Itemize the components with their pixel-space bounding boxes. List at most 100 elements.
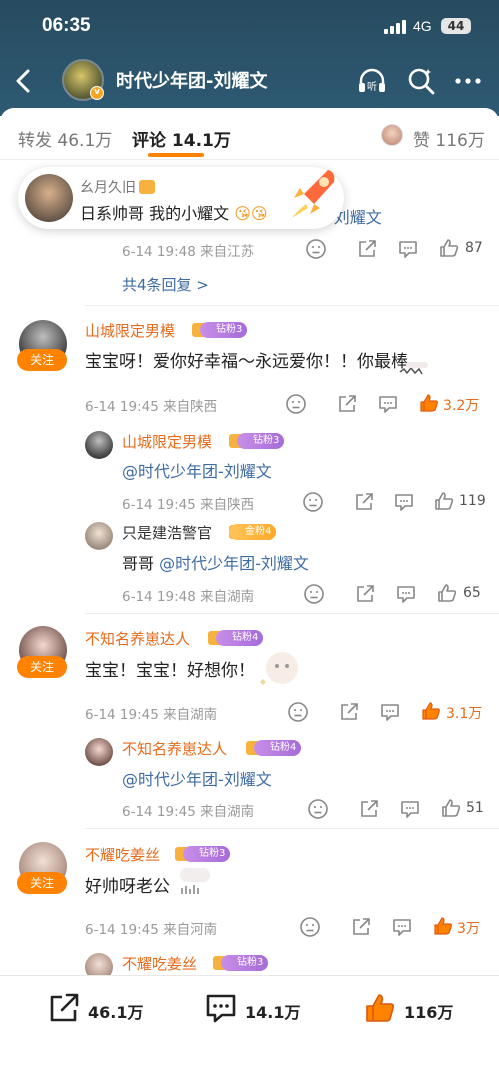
like-icon-active[interactable] — [432, 915, 454, 937]
like-count: 3万 — [457, 921, 480, 937]
comment-author[interactable]: 不耀吃姜丝 — [85, 844, 160, 865]
like-icon[interactable] — [440, 797, 462, 819]
reply-author[interactable]: 不知名养崽达人 — [122, 738, 227, 759]
dislike-icon[interactable] — [307, 798, 329, 820]
follow-button[interactable]: 关注 — [17, 656, 67, 678]
reply-author[interactable]: 山城限定男模 — [122, 431, 212, 452]
comment-meta: 6-14 19:45 来自湖南 — [85, 707, 218, 723]
reply-text: @时代少年团-刘耀文 — [122, 770, 272, 789]
share-icon[interactable] — [354, 583, 376, 605]
comment-icon[interactable] — [395, 583, 417, 605]
sticker-icon — [260, 652, 298, 685]
divider — [85, 828, 499, 829]
comment-author[interactable]: 不知名养崽达人 — [85, 628, 190, 649]
comment-author[interactable]: 山城限定男模 — [85, 320, 175, 341]
search-icon[interactable] — [405, 65, 437, 97]
repost-count: 46.1万 — [88, 1003, 144, 1022]
like-count: 3.1万 — [446, 706, 483, 722]
dislike-icon[interactable] — [305, 238, 327, 260]
top-bar: 06:35 4G 44 v 时代少年团-刘耀文 听 — [0, 0, 499, 116]
sticker-icon — [399, 362, 428, 375]
reply-meta: 6-14 19:45 来自湖南 — [122, 804, 255, 820]
share-icon[interactable] — [353, 491, 375, 513]
toast-author: 幺月久旧 — [80, 180, 136, 196]
follow-button[interactable]: 关注 — [17, 872, 67, 894]
tab-comments[interactable]: 评论 14.1万 — [132, 126, 231, 151]
like-icon[interactable] — [433, 490, 455, 512]
bottom-action-bar: 46.1万 14.1万 116万 — [0, 975, 499, 1080]
network-label: 4G — [413, 18, 432, 34]
toast-text: 日系帅哥 我的小耀文 😘😘 — [80, 204, 268, 223]
dislike-icon[interactable] — [302, 491, 324, 513]
reply-avatar[interactable] — [85, 522, 113, 550]
comment-count: 14.1万 — [245, 1003, 301, 1022]
like-active-icon — [366, 994, 395, 1022]
like-icon-active[interactable] — [418, 392, 440, 414]
comment-text: 好帅呀老公 — [85, 877, 170, 897]
comment-meta: 6-14 19:45 来自陕西 — [85, 399, 218, 415]
status-time: 06:35 — [42, 15, 91, 36]
dislike-icon[interactable] — [287, 701, 309, 723]
repost-icon — [50, 993, 79, 1022]
sticker-icon — [180, 868, 210, 894]
tab-indicator — [148, 153, 204, 157]
share-icon[interactable] — [336, 393, 358, 415]
more-replies-link[interactable]: 共4条回复 > — [122, 274, 209, 295]
tab-repost[interactable]: 转发 46.1万 — [18, 126, 112, 151]
back-arrow-icon[interactable] — [12, 66, 36, 96]
fan-badge: 钻粉4 — [216, 630, 264, 646]
reply-avatar[interactable] — [85, 738, 113, 766]
more-icon[interactable] — [452, 65, 484, 97]
like-count: 65 — [463, 585, 481, 601]
comment-icon[interactable] — [399, 798, 421, 820]
tab-likes[interactable]: 赞 116万 — [413, 126, 485, 151]
tab-bar: 转发 46.1万 评论 14.1万 赞 116万 — [0, 108, 499, 160]
fan-badge: 钻粉3 — [183, 846, 231, 862]
dislike-icon[interactable] — [299, 916, 321, 938]
fan-crown-icon — [138, 179, 156, 195]
status-bar: 06:35 4G 44 — [0, 0, 499, 54]
like-count: 87 — [465, 240, 483, 256]
listen-icon[interactable]: 听 — [356, 65, 388, 97]
page-title[interactable]: 时代少年团-刘耀文 — [116, 67, 267, 93]
comment-icon[interactable] — [377, 393, 399, 415]
kiss-emoji-icon: 😘😘 — [234, 204, 268, 223]
comment-text: 宝宝呀！爱你好幸福～永远爱你！！你最棒 — [85, 352, 408, 372]
share-icon[interactable] — [358, 798, 380, 820]
comment-icon[interactable] — [379, 701, 401, 723]
follow-button[interactable]: 关注 — [17, 349, 67, 371]
like-count: 51 — [466, 800, 484, 816]
dislike-icon[interactable] — [303, 583, 325, 605]
fan-badge: 金粉4 — [229, 524, 277, 540]
comment-icon[interactable] — [391, 916, 413, 938]
svg-text:听: 听 — [367, 81, 377, 93]
toast-avatar — [25, 174, 73, 222]
fan-badge: 钻粉3 — [237, 433, 285, 449]
comment-meta: 6-14 19:45 来自河南 — [85, 922, 218, 938]
rocket-icon — [292, 170, 335, 218]
divider — [85, 613, 499, 614]
reply-meta: 6-14 19:48 来自湖南 — [122, 589, 255, 605]
comment-text: 宝宝！宝宝！好想你！ — [85, 661, 255, 681]
comment-icon[interactable] — [393, 491, 415, 513]
nav-bar: v 时代少年团-刘耀文 听 — [0, 56, 499, 106]
like-icon[interactable] — [436, 582, 458, 604]
reply-avatar[interactable] — [85, 431, 113, 459]
v-badge-icon: v — [90, 86, 104, 100]
reply-text: @时代少年团-刘耀文 — [122, 462, 272, 481]
share-icon[interactable] — [338, 701, 360, 723]
reply-author[interactable]: 只是建浩警官 — [122, 522, 212, 543]
dislike-icon[interactable] — [285, 393, 307, 415]
like-count: 119 — [459, 493, 486, 509]
comment-icon[interactable] — [397, 238, 419, 260]
like-count: 3.2万 — [443, 398, 480, 414]
signal-icon — [384, 20, 408, 34]
like-icon[interactable] — [438, 237, 460, 259]
like-icon-active[interactable] — [420, 700, 442, 722]
reply-author[interactable]: 不耀吃姜丝 — [122, 953, 197, 974]
fan-badge: 钻粉3 — [221, 955, 269, 971]
share-icon[interactable] — [350, 916, 372, 938]
reply-meta: 6-14 19:45 来自陕西 — [122, 497, 255, 513]
share-icon[interactable] — [356, 238, 378, 260]
battery-icon: 44 — [441, 18, 471, 34]
